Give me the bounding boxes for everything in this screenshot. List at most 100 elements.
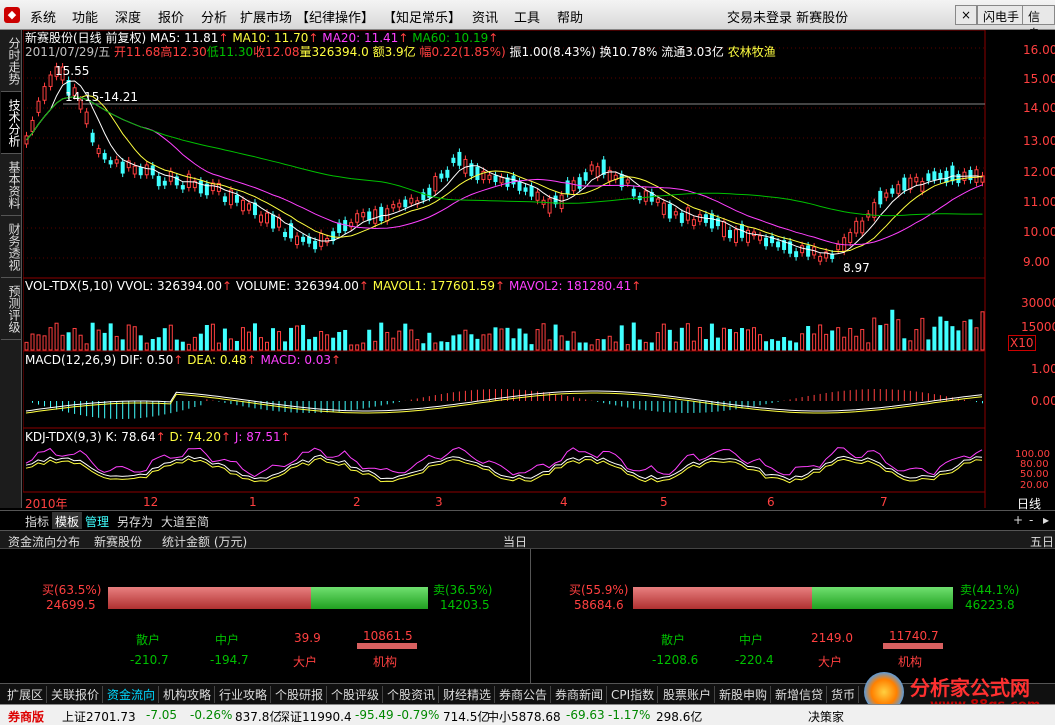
candle-body (583, 172, 588, 181)
sh-index[interactable]: 上证2701.73 (62, 708, 136, 725)
y-tick: 11.00 (1023, 195, 1055, 209)
volume-bar (794, 342, 799, 351)
tab-ext-area[interactable]: 扩展区 (4, 686, 48, 703)
candle-body (890, 188, 895, 194)
tab-broker-news[interactable]: 券商新闻 (552, 686, 608, 703)
volume-bar (625, 344, 630, 351)
tab-finance-select[interactable]: 财经精选 (440, 686, 496, 703)
candle-body (733, 229, 738, 243)
menu-help[interactable]: 帮助 (557, 7, 583, 26)
save-as-button[interactable]: 另存为 (114, 512, 156, 529)
volume-bar (289, 327, 294, 351)
fund-flow-header: 资金流向分布 新赛股份 统计金额 (万元) 当日 五日 (0, 531, 1055, 549)
tab-basic-info[interactable]: 基本资料 (1, 154, 21, 216)
volume-bar (589, 344, 594, 351)
volume-bar (800, 333, 805, 351)
close-icon[interactable]: × (955, 5, 978, 25)
volume-bar (48, 327, 53, 351)
x-label: 5 (660, 495, 668, 509)
volume-bar (144, 342, 149, 351)
tab-currency[interactable]: 货币 (828, 686, 860, 703)
candle-body (758, 235, 763, 241)
candle-body (643, 190, 648, 202)
candle-body (836, 243, 841, 251)
candle-body (577, 177, 582, 189)
volume-bar (956, 330, 961, 351)
menu-depth[interactable]: 深度 (115, 7, 141, 26)
candle-body (878, 190, 883, 205)
today-buy-sell-bar (108, 587, 428, 609)
tab-technical[interactable]: 技术分析 (1, 92, 21, 154)
tab-stock-report[interactable]: 个股研报 (272, 686, 328, 703)
menu-system[interactable]: 系统 (30, 7, 56, 26)
sz-index[interactable]: 深证11990.4 (278, 708, 352, 725)
flash-button[interactable]: 闪电手 (977, 5, 1026, 25)
candle-body (439, 173, 444, 179)
volume-bar (974, 327, 979, 351)
menu-analysis[interactable]: 分析 (201, 7, 227, 26)
tab-stock-account[interactable]: 股票账户 (660, 686, 716, 703)
volume-bar (824, 333, 829, 351)
volume-bar (655, 332, 660, 351)
candle-body (848, 232, 853, 243)
volume-bar (72, 327, 77, 351)
menu-discipline[interactable]: 【纪律操作】 (296, 7, 374, 26)
tab-new-credit[interactable]: 新增信贷 (772, 686, 828, 703)
zoom-in-icon[interactable]: + (1010, 512, 1026, 529)
menu-function[interactable]: 功能 (72, 7, 98, 26)
candle-body (361, 212, 366, 218)
candle-body (313, 240, 318, 250)
volume-bar (926, 339, 931, 351)
scroll-right-icon[interactable]: ▸ (1040, 512, 1052, 529)
zx-index[interactable]: 中小5878.68 (487, 708, 561, 725)
volume-bar (337, 331, 342, 351)
menu-tools[interactable]: 工具 (514, 7, 540, 26)
menu-ext-market[interactable]: 扩展市场 (240, 7, 292, 26)
chart-area[interactable]: 新赛股份(日线 前复权) MA5: 11.81↑ MA10: 11.70↑ MA… (22, 29, 1055, 511)
sh-change: -7.05 (146, 708, 178, 722)
volume-bar (872, 317, 877, 351)
sell-fill (811, 587, 953, 609)
tab-industry-strategy[interactable]: 行业攻略 (216, 686, 272, 703)
zx-amount: 298.6亿 (656, 710, 703, 724)
menu-news[interactable]: 资讯 (472, 7, 498, 26)
manage-button[interactable]: 管理 (82, 512, 112, 529)
tab-related-quote[interactable]: 关联报价 (48, 686, 104, 703)
candle-body (661, 202, 666, 215)
tab-cpi[interactable]: CPI指数 (608, 686, 659, 703)
volume-bar (343, 329, 348, 351)
candle-body (433, 176, 438, 192)
candle-body (854, 220, 859, 234)
template-button[interactable]: 模板 (52, 512, 83, 529)
tab-rating[interactable]: 预测评级 (1, 278, 21, 340)
zoom-out-icon[interactable]: - (1026, 512, 1036, 529)
menu-content[interactable]: 【知足常乐】 (383, 7, 461, 26)
x-label: 6 (767, 495, 775, 509)
volume-bar (439, 341, 444, 351)
volume-bar (776, 340, 781, 351)
tab-finance[interactable]: 财务透视 (1, 216, 21, 278)
tab-stock-rating[interactable]: 个股评级 (328, 686, 384, 703)
tab-inst-strategy[interactable]: 机构攻略 (160, 686, 216, 703)
candle-body (445, 169, 450, 178)
kdj-y-tick: 50.00 (1020, 469, 1049, 480)
tab-stock-news[interactable]: 个股资讯 (384, 686, 440, 703)
volume-bar (265, 341, 269, 351)
five-buy-value: 58684.6 (574, 598, 624, 612)
y-tick: 10.00 (1023, 225, 1055, 239)
tab-ipo[interactable]: 新股申购 (716, 686, 772, 703)
info-button[interactable]: 信息 (1022, 5, 1055, 41)
tab-fund-flow[interactable]: 资金流向 (104, 686, 160, 703)
decision-label[interactable]: 决策家 (808, 708, 844, 725)
candle-body (727, 229, 732, 239)
volume-bar (54, 322, 59, 351)
candle-body (283, 231, 288, 238)
volume-bar (162, 328, 167, 351)
tab-broker-notice[interactable]: 券商公告 (496, 686, 552, 703)
macd-title: MACD(12,26,9) (25, 353, 117, 367)
indicator-button[interactable]: 指标 (22, 512, 52, 529)
simple-button[interactable]: 大道至简 (158, 512, 212, 529)
menu-quote[interactable]: 报价 (158, 7, 184, 26)
candle-body (265, 212, 269, 224)
tab-intraday[interactable]: 分时走势 (1, 30, 21, 92)
